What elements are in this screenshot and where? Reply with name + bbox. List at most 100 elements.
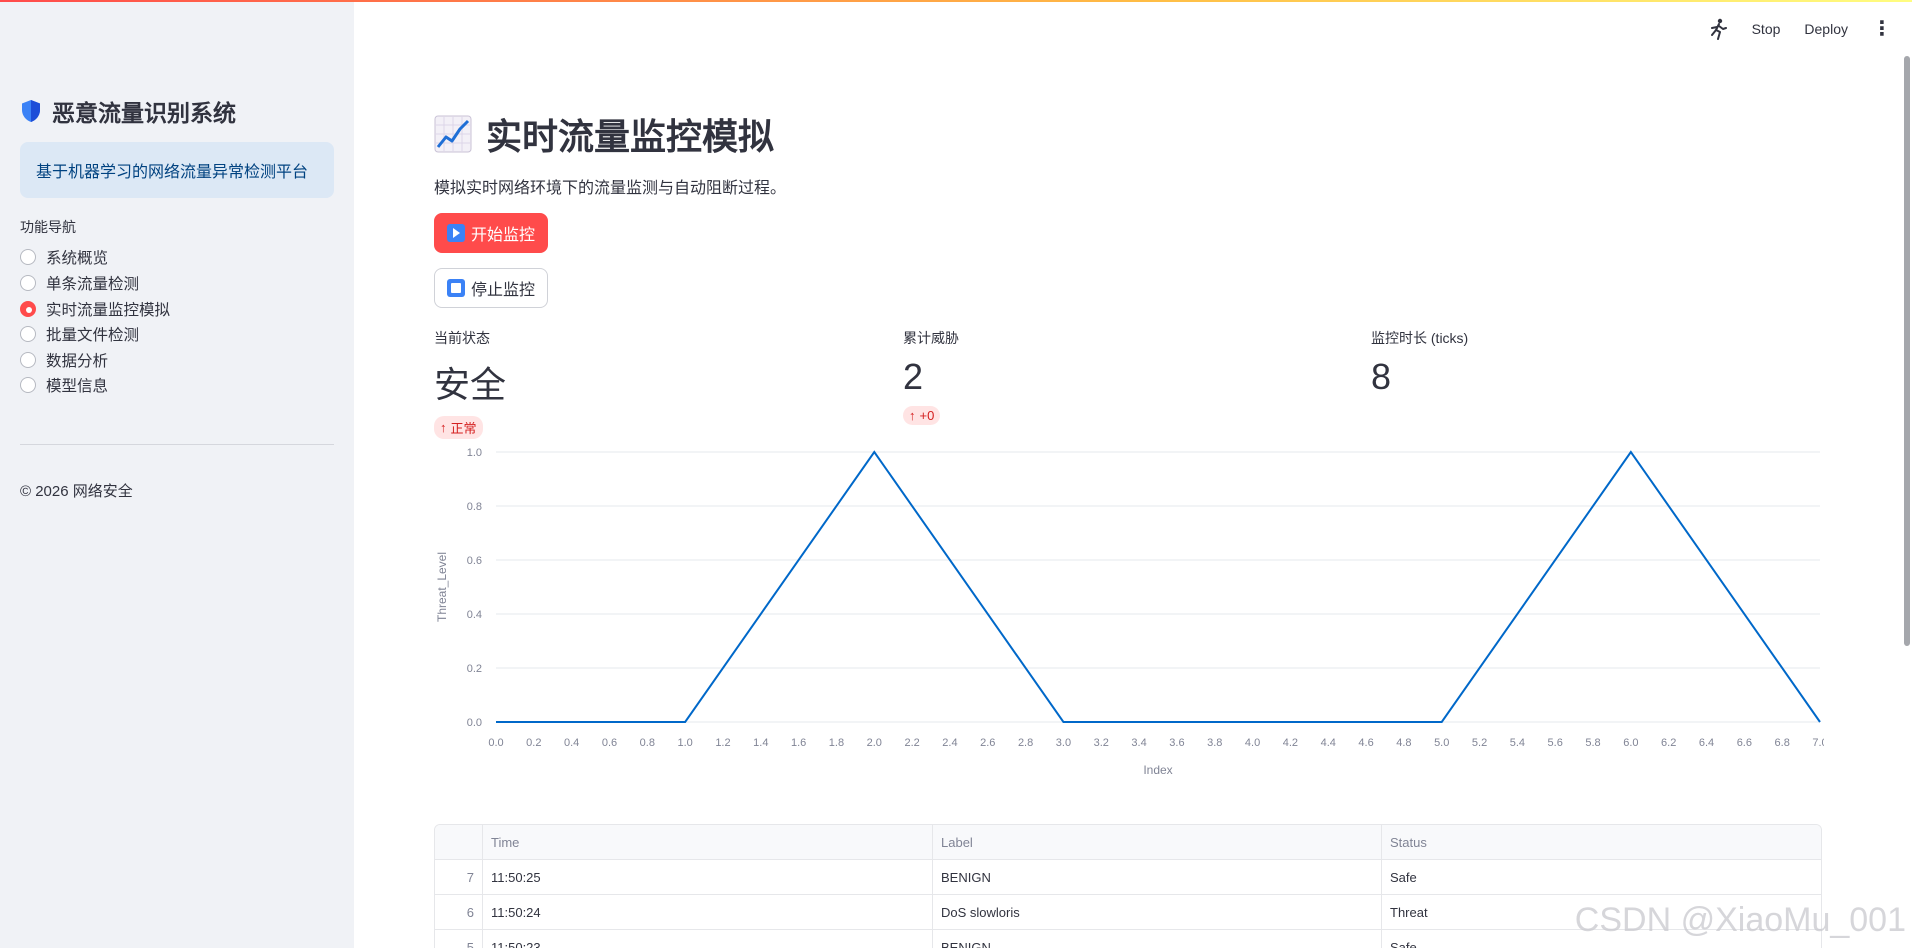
nav-radio-data-analysis[interactable]: 数据分析 — [20, 349, 108, 371]
sidebar-info-box: 基于机器学习的网络流量异常检测平台 — [20, 142, 334, 198]
x-tick-label: 4.6 — [1358, 737, 1373, 749]
radio-selected-icon[interactable] — [20, 301, 36, 317]
metric-delta: ↑ 正常 — [434, 416, 483, 439]
table-cell-index: 5 — [435, 930, 483, 948]
x-tick-label: 6.4 — [1699, 737, 1714, 749]
stop-monitor-button[interactable]: 停止监控 — [434, 268, 549, 308]
x-tick-label: 5.4 — [1510, 737, 1525, 749]
nav-radio-batch-detect[interactable]: 批量文件检测 — [20, 323, 139, 345]
start-monitor-button[interactable]: 开始监控 — [434, 213, 549, 253]
metric-status: 当前状态 安全 ↑ 正常 — [434, 328, 506, 439]
table-header-time[interactable]: Time — [483, 825, 933, 859]
main-menu-icon[interactable]: ⋮ — [1872, 19, 1892, 39]
radio-icon[interactable] — [20, 377, 36, 393]
x-tick-label: 6.8 — [1775, 737, 1790, 749]
y-tick-label: 0.6 — [467, 555, 482, 567]
sidebar-footer: © 2026 网络安全 — [20, 483, 133, 500]
x-tick-label: 3.4 — [1131, 737, 1146, 749]
x-tick-label: 3.2 — [1094, 737, 1109, 749]
x-tick-label: 0.0 — [488, 737, 503, 749]
nav-radio-label: 模型信息 — [46, 378, 109, 395]
x-axis-label: Index — [1143, 763, 1172, 777]
x-tick-label: 0.4 — [564, 737, 579, 749]
table-cell-label: DoS slowloris — [933, 895, 1382, 929]
x-tick-label: 1.4 — [753, 737, 768, 749]
radio-icon[interactable] — [20, 352, 36, 368]
x-tick-label: 3.6 — [1169, 737, 1184, 749]
metric-label: 累计威胁 — [903, 330, 959, 346]
x-tick-label: 6.2 — [1661, 737, 1676, 749]
y-axis-label: Threat_Level — [435, 552, 449, 622]
table-header-row: Time Label Status — [435, 825, 1821, 860]
stop-monitor-label: 停止监控 — [471, 282, 536, 299]
x-tick-label: 5.8 — [1585, 737, 1600, 749]
table-cell-time: 11:50:24 — [483, 895, 933, 929]
x-tick-label: 0.2 — [526, 737, 541, 749]
metric-duration: 监控时长 (ticks) 8 — [1371, 328, 1468, 398]
stop-button[interactable]: Stop — [1752, 21, 1781, 37]
x-tick-label: 3.8 — [1207, 737, 1222, 749]
x-tick-label: 2.4 — [942, 737, 957, 749]
x-tick-label: 5.0 — [1434, 737, 1449, 749]
start-monitor-label: 开始监控 — [471, 227, 536, 244]
metric-label: 当前状态 — [434, 330, 490, 346]
scrollbar[interactable] — [1904, 56, 1910, 646]
page-title-text: 实时流量监控模拟 — [486, 116, 775, 157]
table-header-label[interactable]: Label — [933, 825, 1382, 859]
metric-delta-text: +0 — [919, 408, 935, 423]
x-tick-label: 2.8 — [1018, 737, 1033, 749]
x-tick-label: 7.0 — [1812, 737, 1824, 749]
y-tick-label: 0.2 — [467, 663, 482, 675]
nav-radio-overview[interactable]: 系统概览 — [20, 246, 108, 268]
x-tick-label: 4.0 — [1245, 737, 1260, 749]
sidebar-divider — [20, 444, 334, 445]
table-cell-time: 11:50:25 — [483, 860, 933, 894]
x-tick-label: 1.8 — [829, 737, 844, 749]
y-tick-label: 1.0 — [467, 447, 482, 459]
table-cell-index: 7 — [435, 860, 483, 894]
y-tick-label: 0.8 — [467, 501, 482, 513]
threat-level-chart: 0.0 0.2 0.4 0.6 0.8 1.0 0.0 0.2 0.4 0.6 0.8 1.0 1.2 1… — [434, 438, 1828, 788]
x-tick-label: 4.8 — [1396, 737, 1411, 749]
radio-icon[interactable] — [20, 275, 36, 291]
threat-level-chart-svg: 0.0 0.2 0.4 0.6 0.8 1.0 0.0 0.2 0.4 0.6 0.8 1.0 1.2 1… — [435, 447, 1828, 777]
x-tick-label: 1.2 — [715, 737, 730, 749]
stop-square-icon — [447, 279, 465, 297]
nav-radio-realtime-monitor[interactable]: 实时流量监控模拟 — [20, 298, 170, 320]
radio-icon[interactable] — [20, 326, 36, 342]
page-title: 实时流量监控模拟 — [434, 108, 774, 160]
metric-delta: ↑ +0 — [903, 406, 941, 425]
radio-icon[interactable] — [20, 249, 36, 265]
table-cell-status: Safe — [1390, 869, 1417, 885]
nav-label: 功能导航 — [20, 219, 76, 235]
metric-threats: 累计威胁 2 ↑ +0 — [903, 328, 959, 425]
chart-increasing-icon — [434, 115, 472, 153]
metric-value: 2 — [903, 356, 924, 397]
table-header-status[interactable]: Status — [1382, 825, 1821, 859]
x-tick-label: 2.2 — [904, 737, 919, 749]
x-tick-label: 6.0 — [1623, 737, 1638, 749]
page-description: 模拟实时网络环境下的流量监测与自动阻断过程。 — [434, 180, 787, 197]
nav-radio-model-info[interactable]: 模型信息 — [20, 374, 108, 396]
header-actions: Stop Deploy ⋮ — [1708, 18, 1892, 40]
nav-radio-single-detect[interactable]: 单条流量检测 — [20, 272, 139, 294]
x-tick-label: 2.0 — [867, 737, 882, 749]
table-cell-label: BENIGN — [933, 860, 1382, 894]
nav-radio-label: 单条流量检测 — [46, 276, 140, 293]
shield-icon — [22, 100, 40, 122]
metric-value: 安全 — [434, 364, 507, 405]
x-tick-label: 6.6 — [1737, 737, 1752, 749]
arrow-up-icon: ↑ — [440, 420, 447, 435]
x-tick-label: 1.0 — [677, 737, 692, 749]
table-header-index[interactable] — [435, 825, 483, 859]
table-cell-index: 6 — [435, 895, 483, 929]
deploy-button[interactable]: Deploy — [1804, 21, 1848, 37]
table-row: 7 11:50:25 BENIGN Safe — [435, 860, 1821, 895]
x-tick-label: 0.8 — [640, 737, 655, 749]
x-tick-label: 1.6 — [791, 737, 806, 749]
nav-radio-label: 实时流量监控模拟 — [46, 302, 171, 319]
x-tick-label: 4.2 — [1283, 737, 1298, 749]
y-tick-label: 0.4 — [467, 609, 482, 621]
nav-radio-label: 系统概览 — [46, 250, 109, 267]
metric-label: 监控时长 (ticks) — [1371, 330, 1469, 346]
